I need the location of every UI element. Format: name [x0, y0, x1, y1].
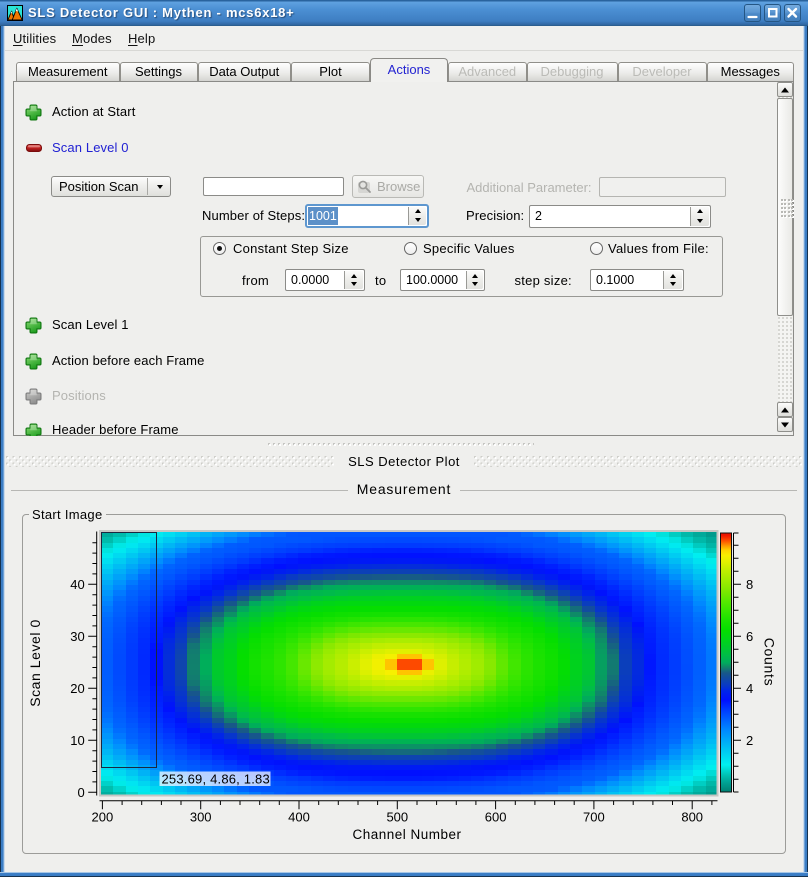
svg-text:20: 20 [70, 681, 84, 696]
svg-text:300: 300 [190, 810, 212, 825]
svg-text:800: 800 [681, 810, 703, 825]
svg-text:40: 40 [70, 577, 84, 592]
svg-text:253.69, 4.86, 1.83: 253.69, 4.86, 1.83 [162, 772, 270, 787]
svg-text:Counts: Counts [762, 638, 778, 687]
svg-text:700: 700 [583, 810, 605, 825]
svg-text:600: 600 [485, 810, 507, 825]
svg-text:Scan Level 0: Scan Level 0 [27, 619, 43, 707]
svg-text:8: 8 [746, 577, 753, 592]
svg-text:30: 30 [70, 629, 84, 644]
svg-text:400: 400 [288, 810, 310, 825]
svg-text:10: 10 [70, 733, 84, 748]
svg-text:6: 6 [746, 629, 753, 644]
svg-text:0: 0 [77, 785, 84, 800]
svg-text:500: 500 [386, 810, 408, 825]
svg-text:4: 4 [746, 681, 753, 696]
svg-text:Channel Number: Channel Number [352, 827, 461, 842]
svg-text:2: 2 [746, 733, 753, 748]
svg-text:200: 200 [92, 810, 114, 825]
